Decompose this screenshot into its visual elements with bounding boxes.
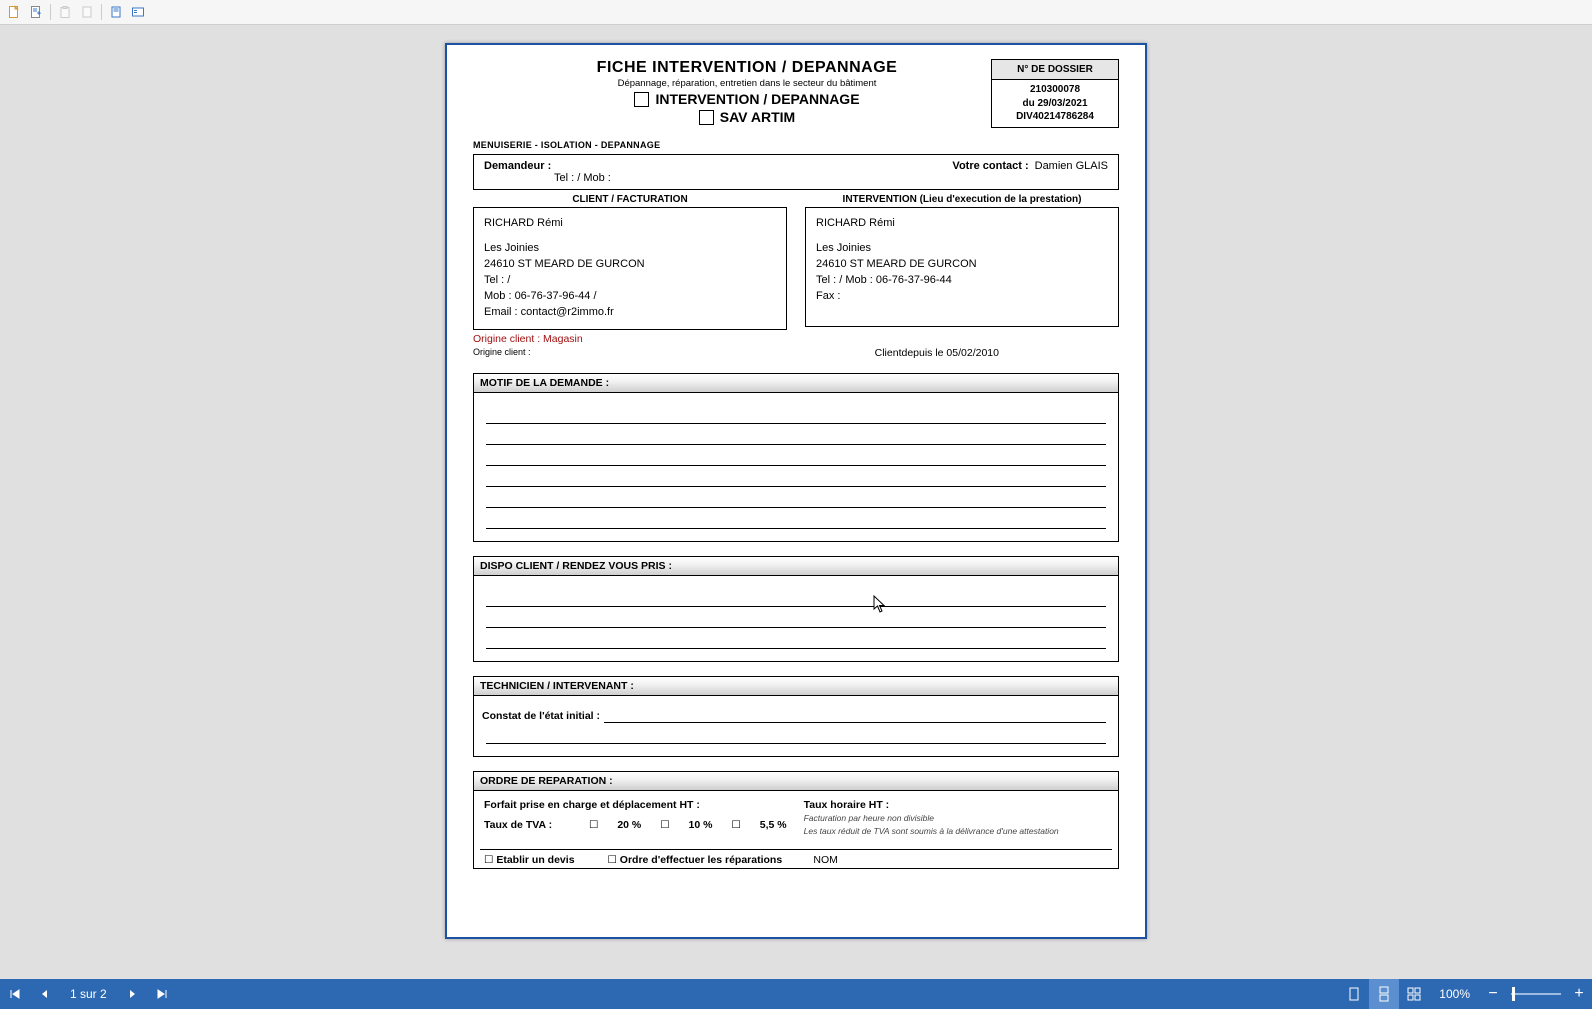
effectuer-label: Ordre d'effectuer les réparations — [620, 854, 782, 866]
zoom-out-button[interactable]: − — [1480, 979, 1506, 1009]
tech-box: Constat de l'état initial : — [473, 695, 1119, 757]
last-page-button[interactable] — [147, 979, 177, 1009]
export-icon[interactable] — [26, 2, 46, 22]
client-col-title: CLIENT / FACTURATION — [473, 192, 787, 207]
client-tel: Tel : / — [484, 273, 776, 289]
zoom-in-button[interactable]: + — [1566, 979, 1592, 1009]
client-addr2: 24610 ST MEARD DE GURCON — [484, 257, 776, 273]
client-box: RICHARD Rémi Les Joinies 24610 ST MEARD … — [473, 207, 787, 331]
contact-label: Votre contact : — [952, 160, 1028, 184]
continuous-view-button[interactable] — [1369, 979, 1399, 1009]
tva-20: 20 % — [617, 819, 641, 831]
tva-55: 5,5 % — [760, 819, 787, 831]
section-tech: TECHNICIEN / INTERVENANT : — [473, 676, 1119, 695]
first-page-button[interactable] — [0, 979, 30, 1009]
dossier-date: du 29/03/2021 — [992, 97, 1118, 111]
interv-fax: Fax : — [816, 289, 1108, 305]
dossier-header: N° DE DOSSIER — [991, 59, 1119, 80]
section-dispo: DISPO CLIENT / RENDEZ VOUS PRIS : — [473, 556, 1119, 575]
top-toolbar — [0, 0, 1592, 25]
interv-name: RICHARD Rémi — [816, 216, 1108, 232]
contact-value: Damien GLAIS — [1035, 160, 1108, 184]
option-intervention: INTERVENTION / DEPANNAGE — [655, 91, 859, 107]
page: FICHE INTERVENTION / DEPANNAGE Dépannage… — [445, 43, 1147, 939]
origin-value: Magasin — [543, 333, 583, 345]
next-page-button[interactable] — [117, 979, 147, 1009]
checkbox-sav[interactable] — [699, 110, 714, 125]
toolbar-separator — [101, 4, 102, 20]
option-sav: SAV ARTIM — [720, 109, 795, 125]
constat-label: Constat de l'état initial : — [482, 710, 600, 723]
ordre-note1: Facturation par heure non divisible — [804, 811, 1108, 824]
page-indicator: 1 sur 2 — [60, 987, 117, 1001]
demandeur-tel: Tel : / Mob : — [484, 172, 952, 184]
new-doc-icon[interactable] — [4, 2, 24, 22]
client-email: Email : contact@r2immo.fr — [484, 305, 776, 321]
intervention-box: RICHARD Rémi Les Joinies 24610 ST MEARD … — [805, 207, 1119, 327]
zoom-level: 100% — [1429, 987, 1480, 1001]
company-line: MENUISERIE - ISOLATION - DEPANNAGE — [473, 140, 1119, 150]
nom-label: NOM — [793, 854, 1108, 866]
bottom-bar: 1 sur 2 100% − + — [0, 979, 1592, 1009]
checkbox-intervention[interactable] — [634, 92, 649, 107]
fit-width-icon[interactable] — [128, 2, 148, 22]
forfait-label: Forfait prise en charge et déplacement H… — [484, 799, 804, 811]
devis-label: Etablir un devis — [496, 854, 574, 866]
client-name: RICHARD Rémi — [484, 216, 776, 232]
origin-sub: Origine client : — [473, 347, 531, 359]
document-viewport[interactable]: FICHE INTERVENTION / DEPANNAGE Dépannage… — [0, 25, 1592, 979]
page-icon[interactable] — [77, 2, 97, 22]
section-motif: MOTIF DE LA DEMANDE : — [473, 373, 1119, 392]
ordre-box: Forfait prise en charge et déplacement H… — [473, 790, 1119, 869]
dispo-box — [473, 575, 1119, 662]
ordre-note2: Les taux réduit de TVA sont soumis à la … — [804, 824, 1108, 837]
grid-view-button[interactable] — [1399, 979, 1429, 1009]
section-ordre: ORDRE DE REPARATION : — [473, 771, 1119, 790]
single-page-view-button[interactable] — [1339, 979, 1369, 1009]
demandeur-label: Demandeur : — [484, 160, 551, 172]
clipboard-icon[interactable] — [55, 2, 75, 22]
dossier-number: 210300078 — [992, 83, 1118, 97]
single-page-icon[interactable] — [106, 2, 126, 22]
interv-addr1: Les Joinies — [816, 241, 1108, 257]
zoom-slider[interactable] — [1506, 979, 1566, 1009]
prev-page-button[interactable] — [30, 979, 60, 1009]
client-since: Clientdepuis le 05/02/2010 — [875, 347, 999, 359]
client-addr1: Les Joinies — [484, 241, 776, 257]
tva-10: 10 % — [689, 819, 713, 831]
taux-horaire-label: Taux horaire HT : — [804, 799, 1108, 811]
dossier-box: N° DE DOSSIER 210300078 du 29/03/2021 DI… — [991, 59, 1119, 128]
tva-label: Taux de TVA : — [484, 819, 552, 831]
doc-title: FICHE INTERVENTION / DEPANNAGE — [503, 59, 991, 77]
doc-subtitle: Dépannage, réparation, entretien dans le… — [503, 78, 991, 89]
toolbar-separator — [50, 4, 51, 20]
motif-box — [473, 392, 1119, 542]
client-mob: Mob : 06-76-37-96-44 / — [484, 289, 776, 305]
dossier-ref: DIV40214786284 — [992, 110, 1118, 124]
interv-col-title: INTERVENTION (Lieu d'execution de la pre… — [805, 192, 1119, 207]
interv-addr2: 24610 ST MEARD DE GURCON — [816, 257, 1108, 273]
interv-tel: Tel : / Mob : 06-76-37-96-44 — [816, 273, 1108, 289]
origin-label: Origine client : — [473, 333, 540, 345]
